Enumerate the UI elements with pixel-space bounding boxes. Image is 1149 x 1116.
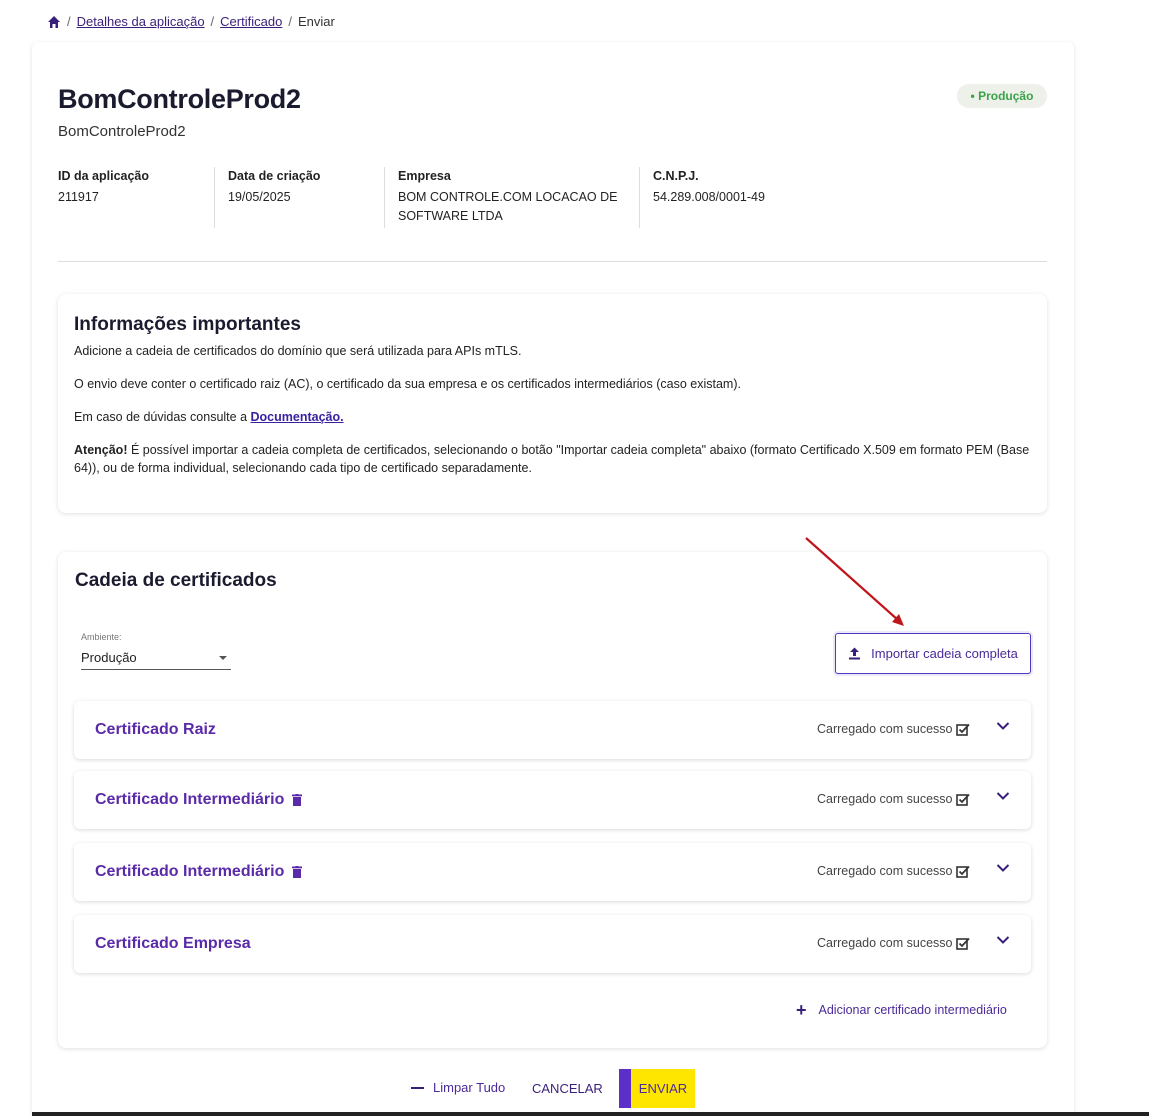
info-paragraph: O envio deve conter o certificado raiz (… — [74, 377, 741, 391]
meta-label: Data de criação — [228, 169, 321, 183]
meta-value: 19/05/2025 — [228, 190, 291, 204]
meta-label: ID da aplicação — [58, 169, 150, 183]
certificate-row-intermediate[interactable]: Certificado Intermediário Carregado com … — [74, 771, 1031, 829]
certificate-status: Carregado com sucesso — [817, 722, 971, 736]
environment-badge: • Produção — [957, 84, 1047, 108]
certificate-status: Carregado com sucesso — [817, 936, 971, 950]
add-intermediate-certificate-button[interactable]: + Adicionar certificado intermediário — [796, 1000, 1007, 1020]
info-paragraph: Adicione a cadeia de certificados do dom… — [74, 344, 522, 358]
checkbox-checked-icon — [956, 793, 971, 806]
meta-created: Data de criação 19/05/2025 — [228, 169, 320, 207]
meta-value: 211917 — [58, 190, 99, 204]
attention-label: Atenção! — [74, 443, 128, 457]
certificate-status: Carregado com sucesso — [817, 792, 971, 806]
meta-app-id: ID da aplicação 211917 — [58, 169, 149, 207]
meta-value: 54.289.008/0001-49 — [653, 190, 765, 204]
certificate-row-company[interactable]: Certificado Empresa Carregado com sucess… — [74, 915, 1031, 973]
certificate-name-text: Certificado Empresa — [95, 935, 251, 952]
clear-all-button[interactable]: Limpar Tudo — [411, 1080, 505, 1095]
certificate-status-text: Carregado com sucesso — [817, 722, 953, 736]
page-subtitle: BomControleProd2 — [58, 123, 186, 140]
certificate-name: Certificado Intermediário — [95, 791, 303, 809]
breadcrumb: / Detalhes da aplicação / Certificado / … — [47, 14, 335, 29]
breadcrumb-separator: / — [67, 14, 71, 29]
clear-all-label: Limpar Tudo — [433, 1080, 506, 1095]
certificate-name: Certificado Intermediário — [95, 863, 303, 881]
info-text: Em caso de dúvidas consulte a — [74, 410, 251, 424]
environment-select-value: Produção — [81, 650, 137, 665]
certificate-row-root[interactable]: Certificado Raiz Carregado com sucesso — [74, 701, 1031, 759]
breadcrumb-link-app-details[interactable]: Detalhes da aplicação — [77, 14, 205, 29]
certificate-name-text: Certificado Raiz — [95, 721, 216, 738]
breadcrumb-separator: / — [210, 14, 215, 29]
breadcrumb-link-certificate[interactable]: Certificado — [220, 14, 282, 29]
minus-icon — [411, 1086, 424, 1089]
certificate-row-intermediate[interactable]: Certificado Intermediário Carregado com … — [74, 843, 1031, 901]
certificate-status-text: Carregado com sucesso — [817, 936, 953, 950]
chevron-down-icon[interactable] — [996, 863, 1010, 873]
certificate-chain-card: Cadeia de certificados Ambiente: Produçã… — [58, 552, 1047, 1048]
meta-label: Empresa — [398, 169, 451, 183]
environment-select-label: Ambiente: — [81, 632, 122, 642]
info-card: Informações importantes Adicione a cadei… — [58, 294, 1047, 513]
meta-divider — [214, 167, 215, 228]
add-intermediate-label: Adicionar certificado intermediário — [818, 1003, 1007, 1017]
chain-title: Cadeia de certificados — [75, 570, 277, 591]
breadcrumb-separator: / — [288, 14, 292, 29]
import-full-chain-button[interactable]: Importar cadeia completa — [835, 633, 1031, 674]
documentation-link[interactable]: Documentação. — [251, 410, 344, 424]
trash-icon[interactable] — [292, 794, 303, 806]
meta-divider — [639, 167, 640, 228]
info-paragraph: Atenção! É possível importar a cadeia co… — [74, 441, 1031, 477]
breadcrumb-current: Enviar — [297, 14, 335, 29]
meta-company: Empresa BOM CONTROLE.COM LOCACAO DE SOFT… — [398, 169, 617, 226]
divider — [58, 261, 1047, 262]
chevron-down-icon[interactable] — [996, 935, 1010, 945]
chevron-down-icon[interactable] — [996, 721, 1010, 731]
meta-label: C.N.P.J. — [653, 169, 699, 183]
certificate-status-text: Carregado com sucesso — [817, 792, 953, 806]
home-icon[interactable] — [47, 15, 61, 29]
info-title: Informações importantes — [74, 314, 301, 335]
certificate-name: Certificado Empresa — [95, 935, 251, 953]
meta-value: BOM CONTROLE.COM LOCACAO DE — [398, 190, 618, 204]
checkbox-checked-icon — [956, 723, 971, 736]
import-button-label: Importar cadeia completa — [871, 646, 1018, 661]
meta-divider — [384, 167, 385, 228]
trash-icon[interactable] — [292, 866, 303, 878]
certificate-status-text: Carregado com sucesso — [817, 864, 953, 878]
certificate-status: Carregado com sucesso — [817, 864, 971, 878]
meta-value: SOFTWARE LTDA — [398, 209, 503, 223]
meta-cnpj: C.N.P.J. 54.289.008/0001-49 — [653, 169, 765, 207]
environment-select[interactable]: Ambiente: Produção — [81, 632, 231, 670]
cancel-button[interactable]: CANCELAR — [532, 1081, 603, 1096]
info-paragraph: Em caso de dúvidas consulte a Documentaç… — [74, 408, 1031, 426]
footer-actions: Limpar Tudo CANCELAR ENVIAR — [0, 1067, 1149, 1109]
caret-down-icon — [219, 656, 227, 660]
certificate-name: Certificado Raiz — [95, 721, 216, 739]
send-button[interactable]: ENVIAR — [619, 1069, 695, 1108]
bottom-border — [32, 1112, 1149, 1116]
upload-icon — [849, 647, 861, 660]
certificate-name-text: Certificado Intermediário — [95, 791, 285, 808]
page-title: BomControleProd2 — [58, 84, 301, 114]
checkbox-checked-icon — [956, 865, 971, 878]
plus-icon: + — [796, 1000, 807, 1020]
info-text: É possível importar a cadeia completa de… — [74, 443, 1030, 475]
certificate-name-text: Certificado Intermediário — [95, 863, 285, 880]
checkbox-checked-icon — [956, 937, 971, 950]
chevron-down-icon[interactable] — [996, 791, 1010, 801]
